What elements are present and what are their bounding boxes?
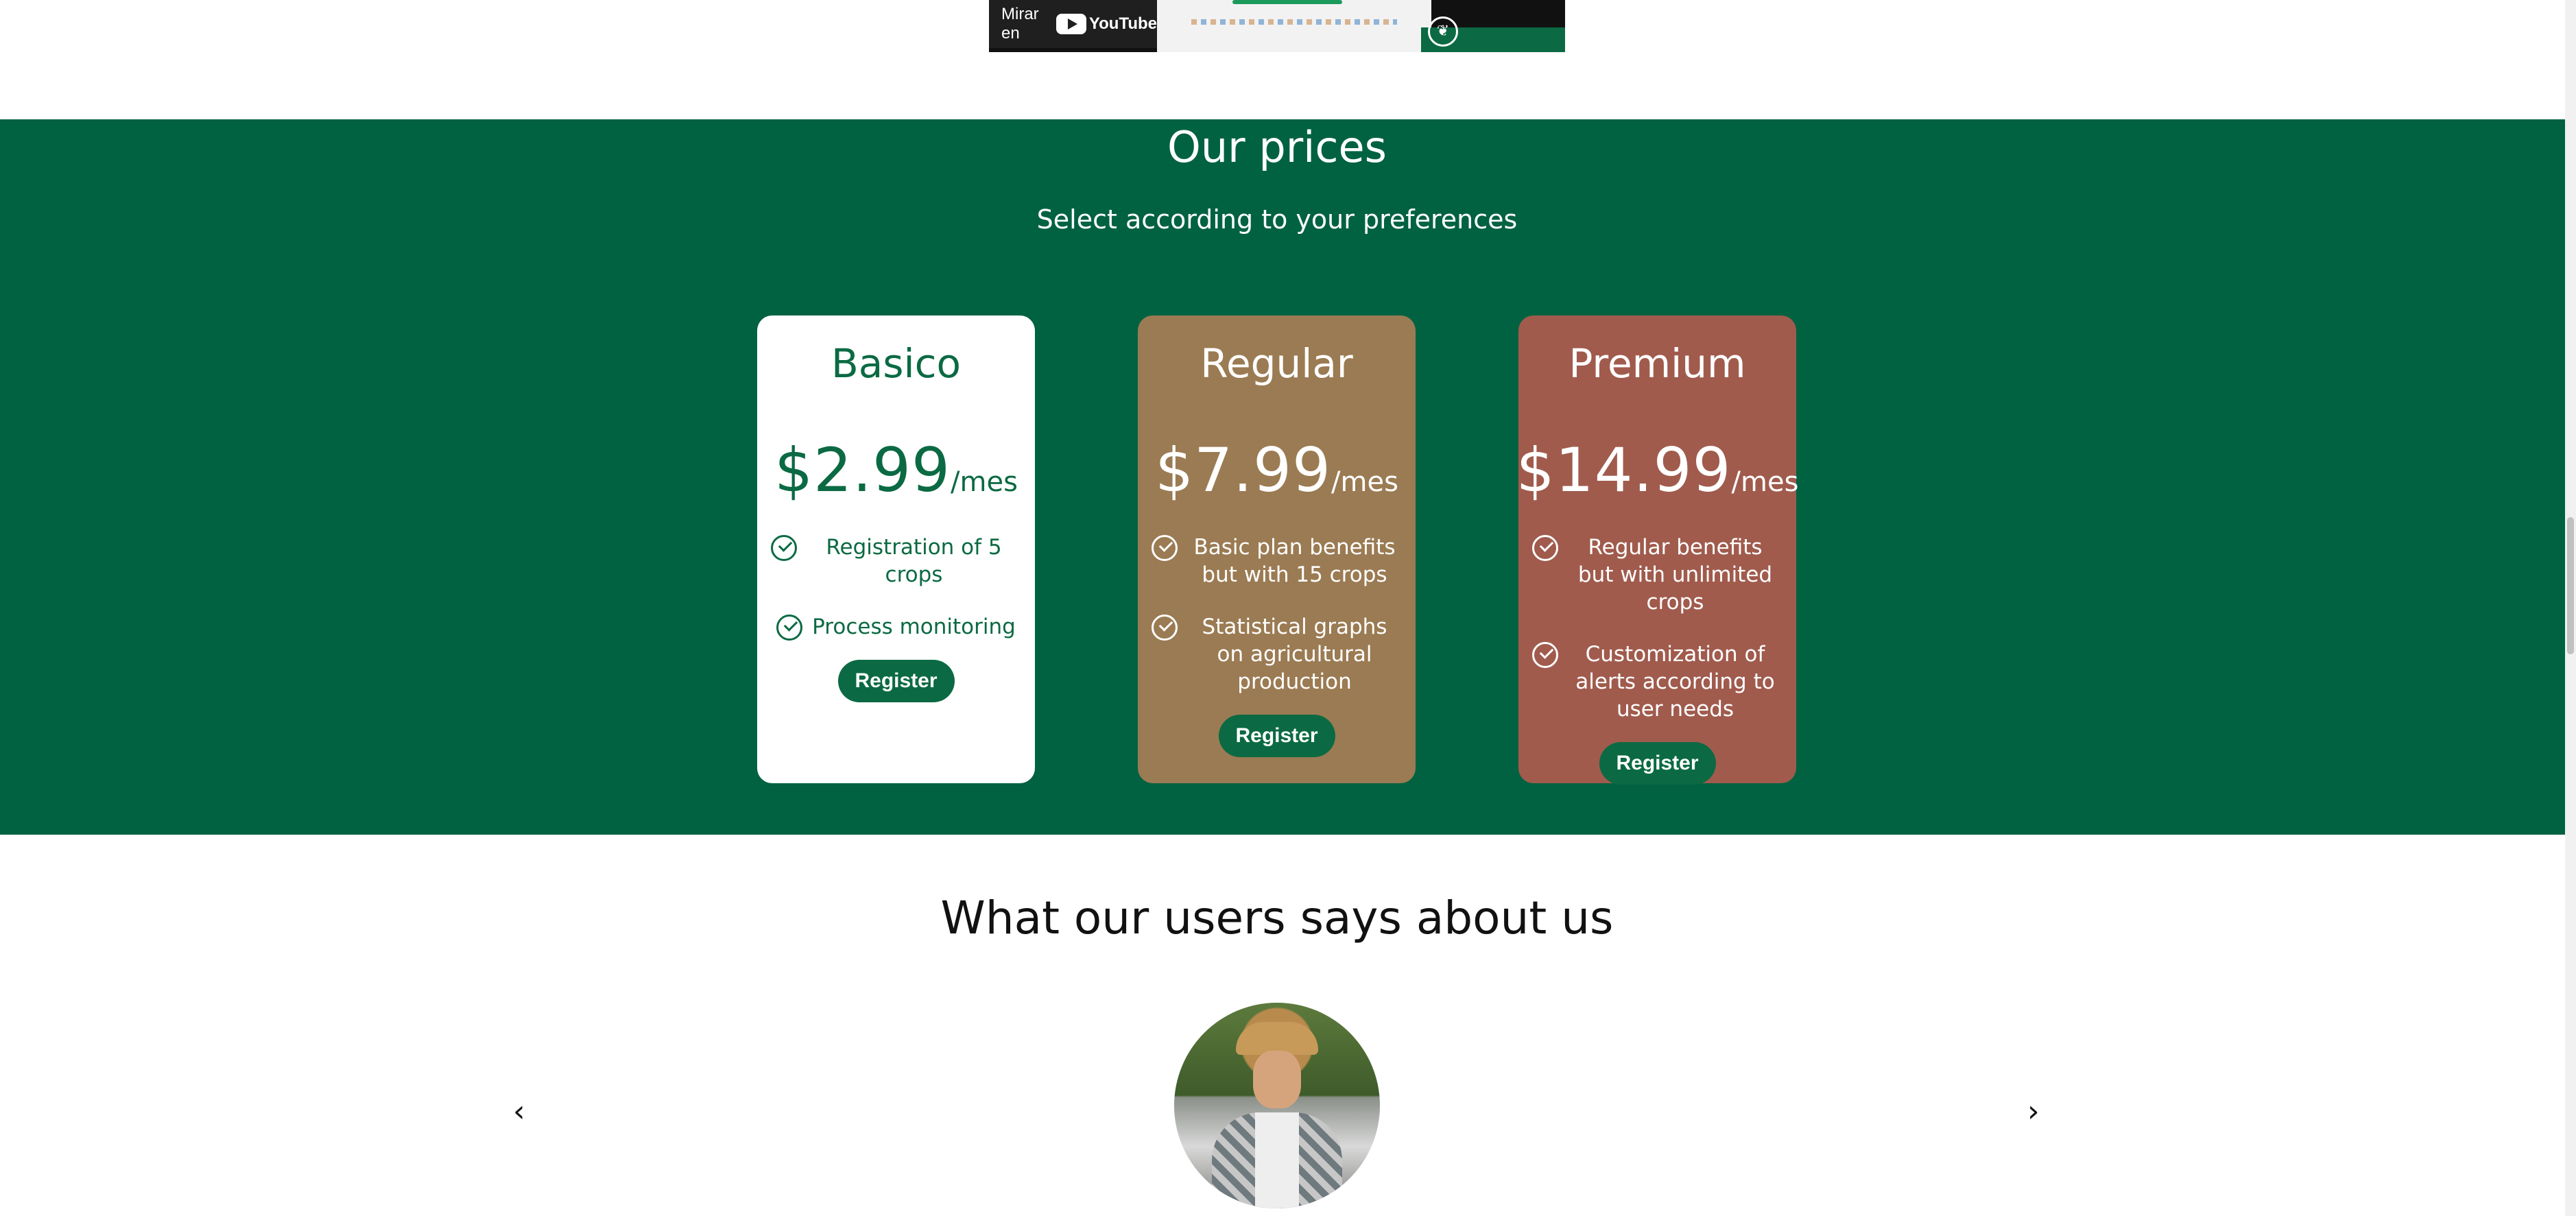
- check-circle-icon: [771, 535, 797, 561]
- plan-name: Regular: [1200, 340, 1353, 387]
- plan-name: Premium: [1569, 340, 1746, 387]
- check-circle-icon: [1532, 535, 1558, 561]
- check-circle-icon: [1152, 535, 1178, 561]
- register-button-regular[interactable]: Register: [1218, 715, 1335, 757]
- price-row: $7.99 /mes: [1138, 435, 1416, 505]
- testimonials-title: What our users says about us: [940, 892, 1614, 944]
- plan-name: Basico: [831, 340, 962, 387]
- feature-item: Basic plan benefits but with 15 crops: [1138, 534, 1416, 588]
- feature-item: Customization of alerts according to use…: [1518, 641, 1796, 723]
- price-row: $2.99 /mes: [757, 435, 1035, 505]
- youtube-wordmark: YouTube: [1088, 14, 1157, 33]
- youtube-video-embed[interactable]: Mirar en YouTube ❦: [989, 0, 1565, 52]
- prices-section: Our prices Select according to your pref…: [0, 119, 2565, 835]
- watch-label: Mirar en: [1001, 5, 1039, 43]
- prices-subtitle: Select according to your preferences: [1036, 204, 1518, 235]
- scrollbar-thumb[interactable]: [2567, 517, 2574, 654]
- watch-on-youtube-button[interactable]: Mirar en YouTube: [989, 0, 1157, 48]
- page: Mirar en YouTube ❦ Our prices Select acc…: [0, 0, 2576, 1216]
- check-circle-icon: [1152, 615, 1178, 641]
- feature-item: Registration of 5 crops: [757, 534, 1035, 588]
- register-button-premium[interactable]: Register: [1599, 742, 1716, 785]
- feature-item: Process monitoring: [757, 613, 1035, 641]
- plan-period: /mes: [951, 466, 1018, 498]
- feature-list: Basic plan benefits but with 15 crops St…: [1138, 534, 1416, 695]
- check-circle-icon: [1532, 642, 1558, 668]
- register-button-basico[interactable]: Register: [837, 660, 955, 702]
- price-row: $14.99 /mes: [1516, 435, 1799, 505]
- plan-price: $14.99: [1516, 435, 1732, 505]
- testimonial-avatar: [1174, 1003, 1380, 1208]
- plan-card-regular: Regular $7.99 /mes Basic plan benefits b…: [1138, 315, 1416, 783]
- feature-item: Regular benefits but with unlimited crop…: [1518, 534, 1796, 616]
- prices-title: Our prices: [1167, 122, 1387, 172]
- check-circle-icon: [776, 615, 803, 641]
- plan-period: /mes: [1731, 466, 1799, 498]
- plan-card-premium: Premium $14.99 /mes Regular benefits but…: [1516, 315, 1799, 785]
- page-scrollbar[interactable]: [2565, 0, 2576, 1216]
- feature-list: Registration of 5 crops Process monitori…: [757, 534, 1035, 641]
- video-thumbnail: [1157, 0, 1431, 52]
- youtube-play-icon: [1056, 14, 1086, 34]
- plant-logo-icon: ❦: [1428, 16, 1458, 47]
- youtube-logo: YouTube: [1056, 14, 1157, 34]
- plan-price: $7.99: [1155, 435, 1332, 505]
- feature-list: Regular benefits but with unlimited crop…: [1518, 534, 1796, 723]
- carousel-next-arrow[interactable]: ›: [2027, 1094, 2040, 1129]
- carousel-prev-arrow[interactable]: ‹: [513, 1094, 525, 1129]
- plan-period: /mes: [1331, 466, 1398, 498]
- plan-card-basico: Basico $2.99 /mes Registration of 5 crop…: [757, 315, 1035, 783]
- plan-price: $2.99: [774, 435, 951, 505]
- feature-item: Statistical graphs on agricultural produ…: [1138, 613, 1416, 695]
